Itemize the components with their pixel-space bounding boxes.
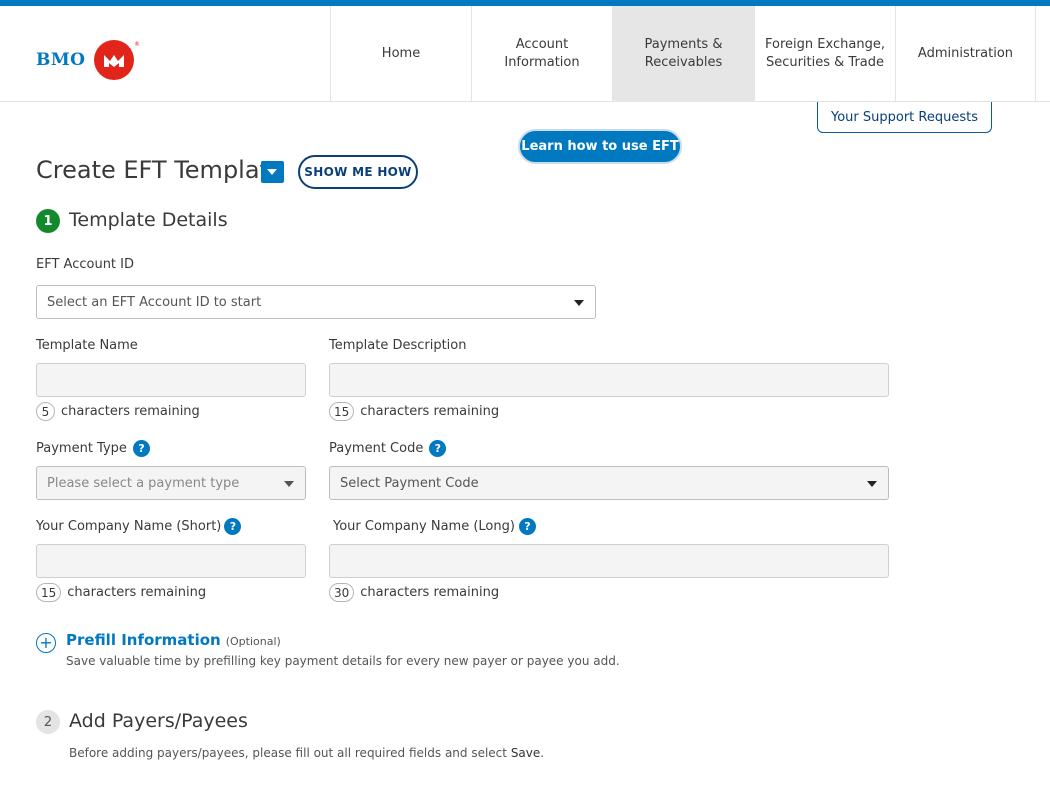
template-name-counter: 5 characters remaining: [36, 402, 200, 421]
company-short-count: 15: [36, 583, 62, 602]
support-requests-button[interactable]: Your Support Requests: [817, 102, 992, 133]
header: BMO ® Home Account Information Payments …: [0, 6, 1050, 102]
main-nav: Home Account Information Payments & Rece…: [330, 6, 1036, 102]
step-2-description-end: .: [540, 746, 545, 760]
nav-payments-receivables[interactable]: Payments & Receivables: [612, 6, 754, 102]
payment-type-label: Payment Type ?: [36, 440, 150, 457]
help-icon[interactable]: ?: [224, 518, 242, 535]
company-short-input[interactable]: [36, 544, 306, 578]
chevron-down-icon: [574, 300, 584, 306]
payment-code-label-text: Payment Code: [329, 441, 424, 456]
step-1-title: Template Details: [69, 209, 228, 231]
bmo-logo[interactable]: BMO: [36, 40, 134, 80]
nav-foreign-exchange[interactable]: Foreign Exchange, Securities & Trade: [754, 6, 895, 102]
company-short-label: Your Company Name (Short) ?: [36, 518, 242, 535]
step-2-description: Before adding payers/payees, please fill…: [69, 746, 544, 760]
payment-type-label-text: Payment Type: [36, 441, 127, 456]
nav-administration[interactable]: Administration: [895, 6, 1036, 102]
chevron-down-icon: [284, 481, 294, 487]
prefill-information-link[interactable]: Prefill Information (Optional): [66, 631, 281, 649]
template-description-counter: 15 characters remaining: [329, 402, 499, 421]
template-name-count-text: characters remaining: [61, 404, 200, 419]
step-2-badge: 2: [36, 710, 60, 734]
template-description-label: Template Description: [329, 338, 467, 353]
company-long-label: Your Company Name (Long) ?: [333, 518, 536, 535]
company-long-count: 30: [329, 583, 355, 602]
nav-home[interactable]: Home: [330, 6, 471, 102]
company-short-label-text: Your Company Name (Short): [36, 519, 222, 534]
eft-account-select[interactable]: Select an EFT Account ID to start: [36, 285, 596, 319]
company-short-count-text: characters remaining: [67, 585, 207, 600]
company-short-counter: 15 characters remaining: [36, 583, 206, 602]
company-long-label-text: Your Company Name (Long): [333, 519, 515, 534]
logo-text: BMO: [36, 50, 86, 70]
template-name-count: 5: [36, 402, 55, 421]
eft-account-selected: Select an EFT Account ID to start: [47, 294, 262, 310]
prefill-optional-text: (Optional): [225, 635, 281, 648]
payment-code-selected: Select Payment Code: [340, 475, 479, 491]
learn-eft-button[interactable]: Learn how to use EFT: [518, 129, 682, 164]
template-description-count-text: characters remaining: [360, 404, 500, 419]
help-icon[interactable]: ?: [132, 440, 150, 457]
eft-account-label: EFT Account ID: [36, 257, 135, 272]
payment-type-selected: Please select a payment type: [47, 475, 240, 491]
step-2-description-text: Before adding payers/payees, please fill…: [69, 746, 511, 760]
show-me-how-button[interactable]: SHOW ME HOW: [298, 155, 418, 189]
prefill-description: Save valuable time by prefilling key pay…: [66, 654, 620, 668]
bmo-roundel-icon: [93, 40, 134, 80]
plus-circle-icon[interactable]: +: [36, 633, 56, 653]
template-name-input[interactable]: [36, 363, 306, 397]
company-long-counter: 30 characters remaining: [329, 583, 499, 602]
company-long-input[interactable]: [329, 544, 889, 578]
page-title: Create EFT Template: [36, 156, 284, 184]
step-2-description-save: Save: [510, 746, 541, 760]
nav-account-information[interactable]: Account Information: [471, 6, 612, 102]
chevron-down-icon: [867, 481, 877, 487]
prefill-title-text: Prefill Information: [66, 631, 221, 649]
template-description-input[interactable]: [329, 363, 889, 397]
step-2-title: Add Payers/Payees: [69, 710, 248, 732]
payment-code-label: Payment Code ?: [329, 440, 447, 457]
help-icon[interactable]: ?: [429, 440, 447, 457]
template-description-count: 15: [329, 402, 355, 421]
help-icon[interactable]: ?: [518, 518, 536, 535]
registered-mark: ®: [134, 41, 140, 48]
payment-code-select[interactable]: Select Payment Code: [329, 466, 889, 500]
title-dropdown-icon[interactable]: [261, 161, 284, 183]
template-name-label: Template Name: [36, 338, 138, 353]
step-1-badge: 1: [36, 209, 60, 233]
payment-type-select[interactable]: Please select a payment type: [36, 466, 306, 500]
company-long-count-text: characters remaining: [360, 585, 500, 600]
